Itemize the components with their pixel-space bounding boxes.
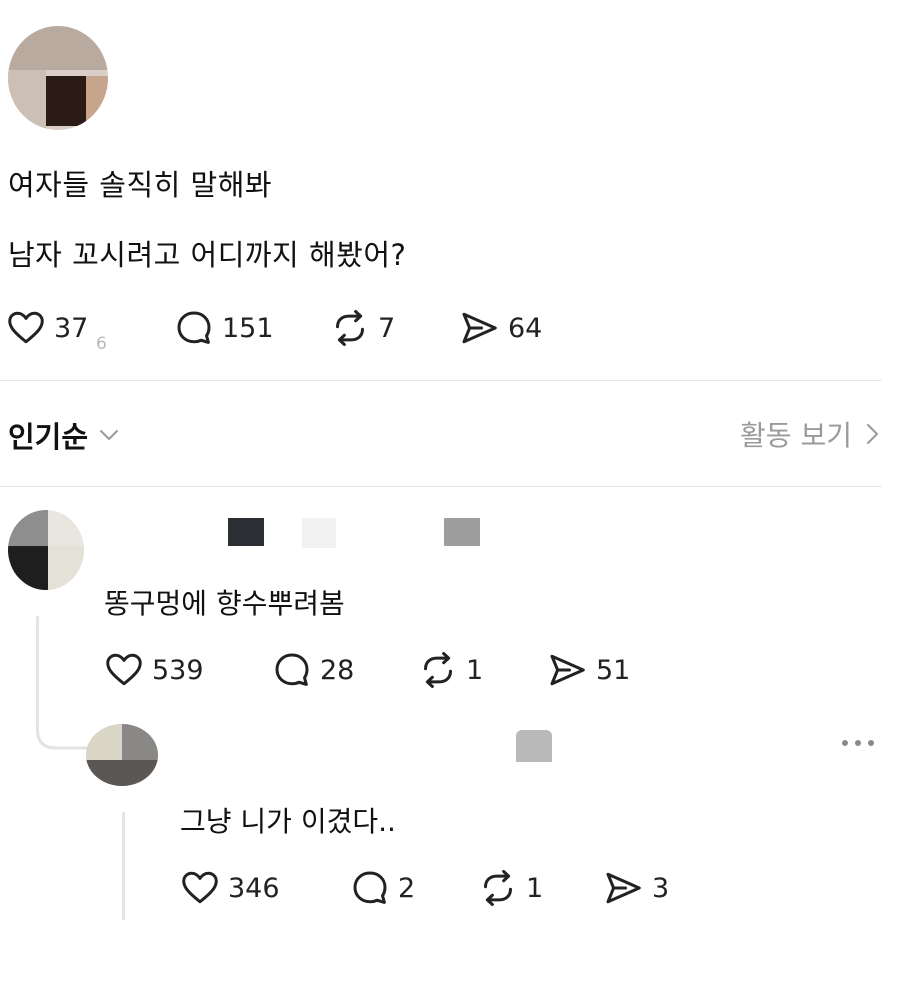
avatar-pixel [8,70,46,130]
avatar[interactable] [8,26,108,130]
reply2-avatar[interactable] [86,724,158,786]
like-count-overlay: 6 [96,334,107,354]
post-text-line2: 남자 꼬시려고 어디까지 해봤어? [8,238,407,272]
username-redacted [228,518,264,546]
reply1-avatar[interactable] [8,510,84,590]
divider [0,380,882,381]
reply1-repost-count: 1 [466,654,484,686]
avatar-pixel [48,546,84,590]
avatar-pixel [122,724,158,760]
reply1-share-count: 51 [596,654,631,686]
share-button[interactable]: 64 [458,308,542,348]
reply1-like-count: 539 [152,654,204,686]
avatar-pixel [86,724,122,760]
speech-bubble-icon [174,308,214,348]
sort-label: 인기순 [8,420,89,454]
activity-link[interactable]: 활동 보기 [740,414,882,454]
avatar-pixel [8,26,108,70]
heart-icon [104,650,144,690]
send-icon [546,650,588,690]
chevron-right-icon [867,424,878,444]
like-count: 37 [54,312,89,344]
sort-dropdown[interactable]: 인기순 [8,414,122,456]
send-icon [602,868,644,908]
reply1-repost-button[interactable]: 1 [418,650,483,690]
reply1-like-button[interactable]: 539 [104,650,204,690]
more-dots-icon [842,740,848,746]
avatar-pixel [86,760,158,786]
like-button[interactable]: 37 [6,308,88,348]
more-dots-icon [868,740,874,746]
thread-line [36,616,39,734]
reply1-reply-button[interactable]: 28 [272,650,354,690]
speech-bubble-icon [350,868,390,908]
repost-icon [478,868,518,908]
post-text-line1: 여자들 솔직히 말해봐 [8,168,273,202]
username-redacted [516,730,552,762]
avatar-pixel [8,510,48,546]
reply2-text: 그냥 니가 이겼다.. [180,805,396,838]
heart-icon [180,868,220,908]
repost-count: 7 [378,312,396,344]
more-dots-icon [855,740,861,746]
username-redacted [444,518,480,546]
reply2-repost-count: 1 [526,872,544,904]
reply1-share-button[interactable]: 51 [546,650,630,690]
reply1-text: 똥구멍에 향수뿌려봄 [104,587,345,620]
divider [0,486,882,487]
speech-bubble-icon [272,650,312,690]
reply2-repost-button[interactable]: 1 [478,868,543,908]
reply2-reply-button[interactable]: 2 [350,868,415,908]
reply2-reply-count: 2 [398,872,416,904]
repost-icon [418,650,458,690]
reply-button[interactable]: 151 [174,308,274,348]
reply2-like-button[interactable]: 346 [180,868,280,908]
avatar-pixel [86,76,108,130]
heart-icon [6,308,46,348]
chevron-down-icon [100,430,119,440]
activity-label: 활동 보기 [740,419,852,452]
reply2-like-count: 346 [228,872,280,904]
reply-count: 151 [222,312,274,344]
send-icon [458,308,500,348]
avatar-pixel [46,76,86,126]
share-count: 64 [508,312,543,344]
thread-line [122,812,125,920]
reply2-share-button[interactable]: 3 [602,868,669,908]
more-button[interactable] [842,740,874,746]
reply2-share-count: 3 [652,872,670,904]
reply1-reply-count: 28 [320,654,355,686]
repost-button[interactable]: 7 [330,308,395,348]
username-redacted [302,518,336,548]
repost-icon [330,308,370,348]
avatar-pixel [8,546,48,590]
